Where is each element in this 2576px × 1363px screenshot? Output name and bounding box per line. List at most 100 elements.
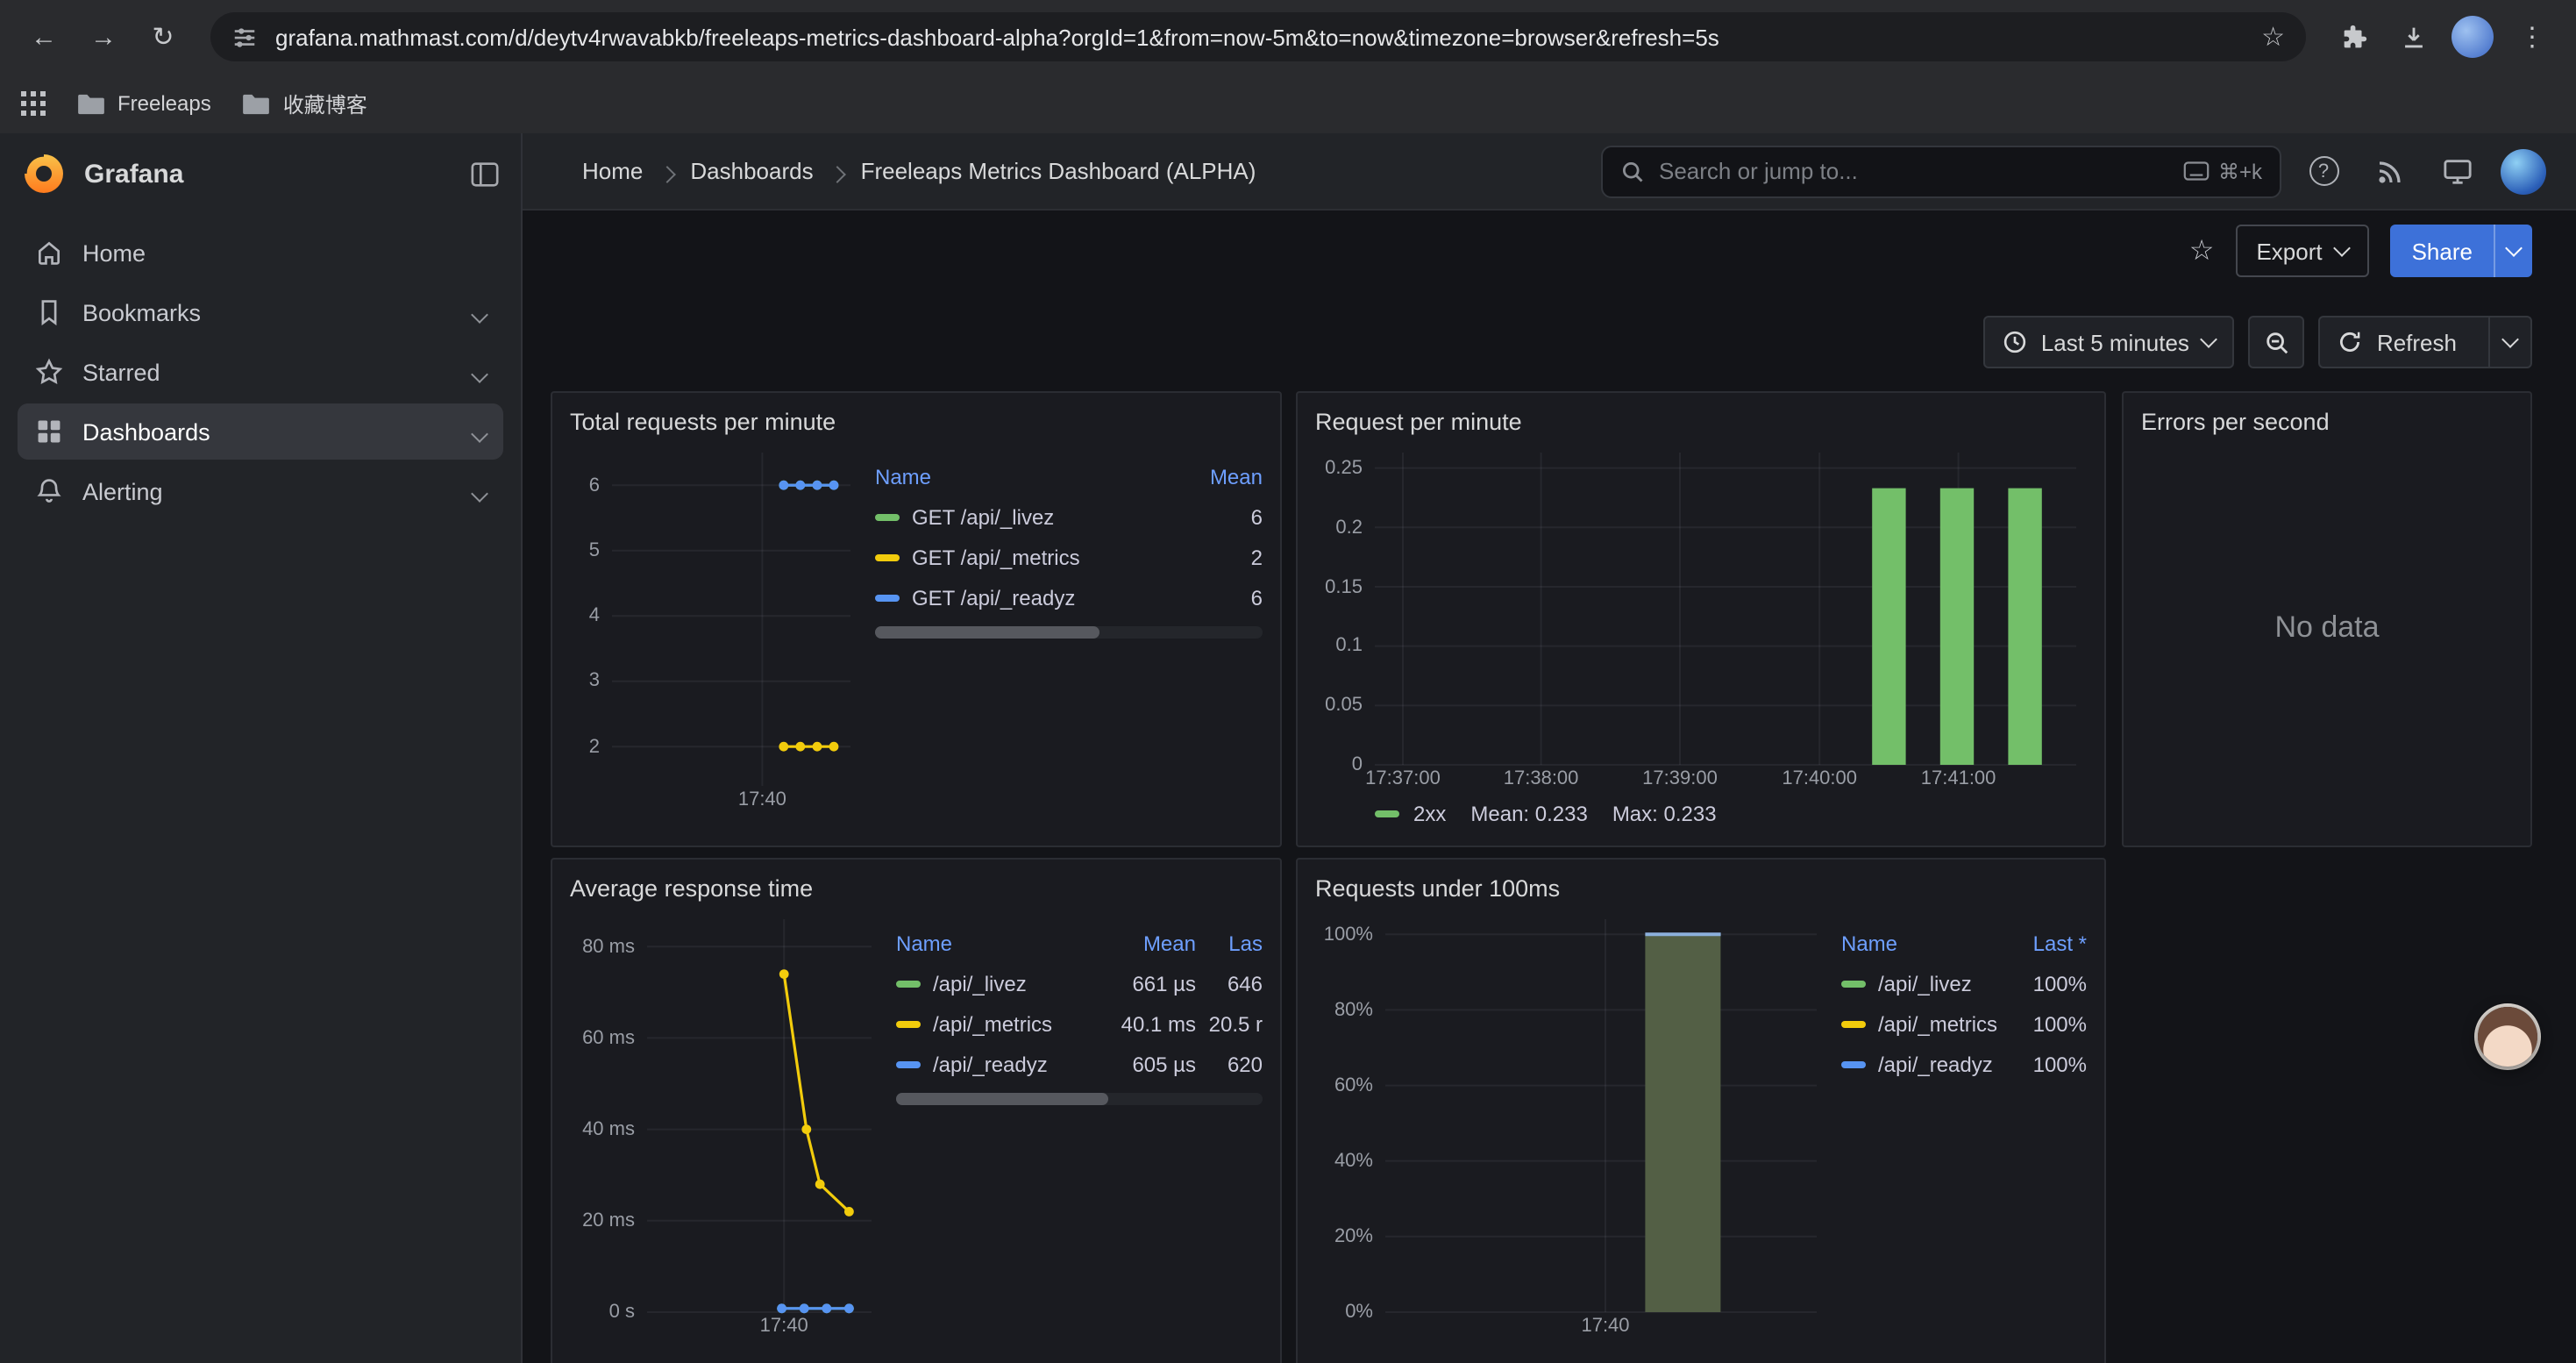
legend-row[interactable]: GET /api/_metrics2 <box>875 537 1263 577</box>
sidebar-item-bookmarks[interactable]: Bookmarks <box>18 284 503 340</box>
extensions-icon[interactable] <box>2327 11 2380 63</box>
browser-profile-avatar[interactable] <box>2446 11 2499 63</box>
assistant-avatar[interactable] <box>2478 1007 2537 1067</box>
panel-title[interactable]: Average response time <box>570 870 1263 909</box>
panel-title[interactable]: Errors per second <box>2141 403 2513 442</box>
browser-menu-icon[interactable]: ⋮ <box>2506 11 2558 63</box>
legend-inline[interactable]: 2xx Mean: 0.233 Max: 0.233 <box>1315 796 2087 831</box>
line-chart[interactable]: 80 ms60 ms40 ms20 ms0 s17:40 <box>570 909 882 1340</box>
time-range-picker[interactable]: Last 5 minutes <box>1983 316 2235 368</box>
panel-requests-under-100ms[interactable]: Requests under 100ms 100%80%60%40%20%0%1… <box>1296 858 2106 1363</box>
refresh-interval-caret[interactable] <box>2488 318 2530 367</box>
scrollbar-thumb[interactable] <box>875 626 1099 639</box>
series-swatch <box>896 1060 921 1067</box>
panel-title[interactable]: Total requests per minute <box>570 403 1263 442</box>
legend-row[interactable]: /api/_readyz100% <box>1841 1044 2087 1084</box>
legend-row[interactable]: GET /api/_readyz6 <box>875 577 1263 617</box>
apps-grid-icon[interactable] <box>21 91 46 116</box>
user-avatar-image <box>2501 148 2546 194</box>
search-input[interactable]: Search or jump to... ⌘+k <box>1601 145 2281 197</box>
panel-errors-per-second[interactable]: Errors per second No data <box>2122 391 2532 847</box>
chevron-down-icon[interactable] <box>473 359 486 385</box>
legend-col-name[interactable]: Name <box>1841 931 2003 955</box>
chevron-down-icon[interactable] <box>473 418 486 445</box>
legend-col[interactable]: Mean <box>1185 464 1263 489</box>
x-axis-label: 17:40 <box>760 1316 808 1337</box>
dashboard-actions-bar: ☆ Export Share <box>523 211 2576 291</box>
line-chart[interactable]: 6543217:40 <box>570 442 861 814</box>
bar-chart[interactable]: 0.250.20.150.10.05017:37:0017:38:0017:39… <box>1315 442 2087 793</box>
share-label[interactable]: Share <box>2391 225 2494 277</box>
news-rss-icon[interactable] <box>2366 146 2415 196</box>
forward-button[interactable]: → <box>77 11 130 63</box>
share-button[interactable]: Share <box>2391 225 2532 277</box>
bookmark-folder-blogs[interactable]: 收藏博客 <box>243 89 367 118</box>
back-button[interactable]: ← <box>18 11 70 63</box>
favorite-star-icon[interactable]: ☆ <box>2189 233 2215 268</box>
scrollbar-thumb[interactable] <box>896 1093 1108 1105</box>
legend-col-name[interactable]: Name <box>875 464 1185 489</box>
grafana-logo[interactable] <box>21 151 67 196</box>
legend-value: 100% <box>2003 971 2087 995</box>
y-axis-label: 80% <box>1315 999 1373 1020</box>
y-axis-label: 0 <box>1315 754 1363 775</box>
legend-col-name[interactable]: Name <box>896 931 1098 955</box>
sidebar-item-home[interactable]: Home <box>18 225 503 281</box>
legend-row[interactable]: /api/_metrics100% <box>1841 1003 2087 1044</box>
series-name[interactable]: 2xx <box>1413 802 1446 826</box>
panel-request-per-minute[interactable]: Request per minute 0.250.20.150.10.05017… <box>1296 391 2106 847</box>
site-settings-icon[interactable] <box>231 24 258 50</box>
sidebar-item-starred[interactable]: Starred <box>18 344 503 400</box>
series-point <box>844 1207 854 1217</box>
legend-col[interactable]: Last * <box>2003 931 2087 955</box>
export-button[interactable]: Export <box>2235 225 2369 277</box>
panel-title[interactable]: Requests under 100ms <box>1315 870 2087 909</box>
sidebar-item-label: Starred <box>82 359 160 385</box>
sidebar-collapse-icon[interactable] <box>470 159 500 189</box>
legend-col[interactable]: Las <box>1196 931 1263 955</box>
bar-chart[interactable]: 100%80%60%40%20%0%17:40 <box>1315 909 1827 1340</box>
url-text[interactable]: grafana.mathmast.com/d/deytv4rwavabkb/fr… <box>275 24 2244 50</box>
user-avatar[interactable] <box>2499 146 2548 196</box>
series-name: /api/_readyz <box>933 1052 1048 1076</box>
address-bar[interactable]: grafana.mathmast.com/d/deytv4rwavabkb/fr… <box>210 12 2306 61</box>
legend-scrollbar[interactable] <box>875 626 1263 639</box>
share-menu-caret[interactable] <box>2494 225 2532 277</box>
legend-scrollbar[interactable] <box>896 1093 1263 1105</box>
sidebar-item-alerting[interactable]: Alerting <box>18 463 503 519</box>
legend-row[interactable]: /api/_livez100% <box>1841 963 2087 1003</box>
legend-row[interactable]: /api/_metrics40.1 ms20.5 r <box>896 1003 1263 1044</box>
panel-title[interactable]: Request per minute <box>1315 403 2087 442</box>
panel-avg-response-time[interactable]: Average response time 80 ms60 ms40 ms20 … <box>551 858 1282 1363</box>
chart-canvas[interactable] <box>1315 909 1827 1340</box>
screen: ← → ↻ grafana.mathmast.com/d/deytv4rwava… <box>0 0 2576 1363</box>
bookmark-star-icon[interactable]: ☆ <box>2261 21 2285 53</box>
series-point <box>813 481 822 490</box>
legend-row[interactable]: /api/_livez661 µs646 <box>896 963 1263 1003</box>
breadcrumb-home[interactable]: Home <box>582 158 643 184</box>
breadcrumb-dashboards[interactable]: Dashboards <box>690 158 813 184</box>
chart-canvas[interactable] <box>1315 442 2087 793</box>
grafana-app: Grafana Home Bookmarks Starred <box>0 133 2576 1363</box>
zoom-out-button[interactable] <box>2249 316 2305 368</box>
bookmark-folder-freeleaps[interactable]: Freeleaps <box>77 91 211 116</box>
downloads-icon[interactable] <box>2387 11 2439 63</box>
bookmarks-bar: Freeleaps 收藏博客 <box>0 74 2576 133</box>
legend-row[interactable]: GET /api/_livez6 <box>875 496 1263 537</box>
panel-total-requests[interactable]: Total requests per minute 6543217:40 Nam… <box>551 391 1282 847</box>
chart-canvas[interactable] <box>570 442 861 814</box>
chevron-down-icon[interactable] <box>473 478 486 504</box>
chevron-down-icon[interactable] <box>473 299 486 325</box>
reload-button[interactable]: ↻ <box>137 11 189 63</box>
brand-name[interactable]: Grafana <box>84 159 183 189</box>
refresh-button[interactable]: Refresh <box>2319 316 2532 368</box>
legend-row[interactable]: /api/_readyz605 µs620 <box>896 1044 1263 1084</box>
legend-value: 646 <box>1196 971 1263 995</box>
monitor-icon[interactable] <box>2432 146 2481 196</box>
legend-col[interactable]: Mean <box>1098 931 1196 955</box>
help-icon[interactable]: ? <box>2299 146 2348 196</box>
series-point <box>822 1303 831 1313</box>
refresh-main[interactable]: Refresh <box>2321 318 2474 367</box>
sidebar-item-dashboards[interactable]: Dashboards <box>18 403 503 460</box>
keyboard-icon <box>2183 161 2210 181</box>
